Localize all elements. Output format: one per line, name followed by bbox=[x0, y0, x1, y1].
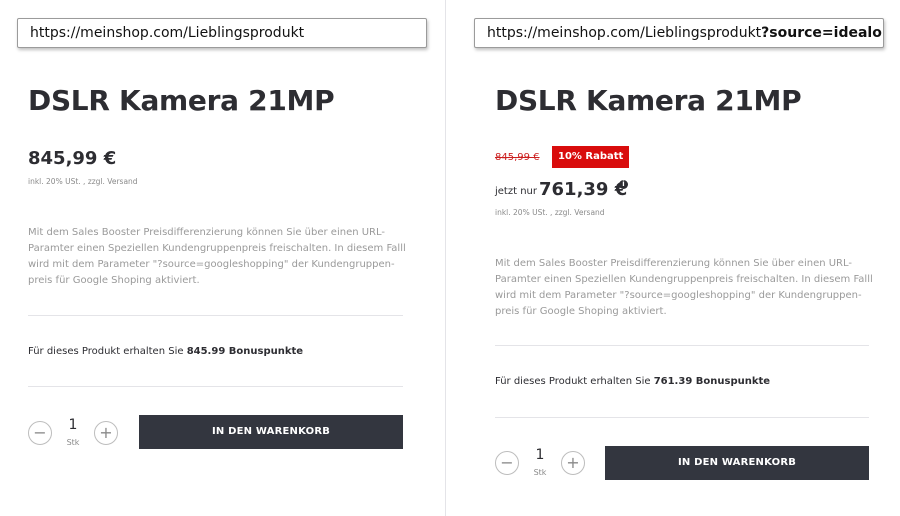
description-line: Mit dem Sales Booster Preisdifferenzieru… bbox=[495, 258, 853, 269]
divider bbox=[495, 345, 869, 346]
discount-badge: 10% Rabatt bbox=[552, 146, 630, 168]
plus-icon: + bbox=[566, 453, 580, 472]
bonus-text: Für dieses Produkt erhalten Sie 761.39 B… bbox=[495, 376, 770, 387]
quantity-value[interactable]: 1 bbox=[530, 447, 550, 463]
description-line: wird mit dem Parameter "?source=googlesh… bbox=[28, 259, 395, 270]
right-panel: https://meinshop.com/Lieblingsprodukt?so… bbox=[446, 0, 900, 516]
quantity-minus-button[interactable]: − bbox=[495, 451, 519, 475]
divider bbox=[28, 386, 403, 387]
divider bbox=[495, 417, 869, 418]
tax-note: inkl. 20% USt. , zzgl. Versand bbox=[495, 208, 605, 217]
url-param: ?source=idealo bbox=[761, 25, 882, 41]
description-line: Paramter einen Speziellen Kundengruppenp… bbox=[495, 274, 873, 285]
product-title: DSLR Kamera 21MP bbox=[28, 84, 335, 117]
product-price: 845,99 € bbox=[28, 148, 117, 169]
old-price: 845,99 € bbox=[495, 152, 540, 163]
quantity-unit: Stk bbox=[66, 438, 80, 447]
quantity-minus-button[interactable]: − bbox=[28, 421, 52, 445]
url-text: https://meinshop.com/Lieblingsprodukt bbox=[30, 25, 305, 41]
minus-icon: − bbox=[500, 453, 514, 472]
info-icon[interactable]: i bbox=[619, 180, 628, 189]
description-line: Mit dem Sales Booster Preisdifferenzieru… bbox=[28, 227, 386, 238]
bonus-text: Für dieses Produkt erhalten Sie 845.99 B… bbox=[28, 346, 303, 357]
bonus-prefix: Für dieses Produkt erhalten Sie bbox=[495, 376, 654, 387]
product-price: 761,39 € bbox=[539, 179, 628, 200]
left-panel: https://meinshop.com/Lieblingsprodukt DS… bbox=[0, 0, 445, 516]
bonus-points: 761.39 Bonuspunkte bbox=[653, 376, 771, 387]
tax-note: inkl. 20% USt. , zzgl. Versand bbox=[28, 177, 138, 186]
quantity-value[interactable]: 1 bbox=[63, 417, 83, 433]
description-line: preis für Google Shoping aktiviert. bbox=[495, 306, 667, 317]
product-description: Mit dem Sales Booster Preisdifferenzieru… bbox=[495, 256, 875, 320]
add-to-cart-button[interactable]: IN DEN WARENKORB bbox=[605, 446, 869, 480]
bonus-points: 845.99 Bonuspunkte bbox=[186, 346, 304, 357]
now-label: jetzt nur bbox=[495, 186, 537, 197]
url-bar[interactable]: https://meinshop.com/Lieblingsprodukt?so… bbox=[474, 18, 884, 48]
quantity-plus-button[interactable]: + bbox=[94, 421, 118, 445]
quantity-unit: Stk bbox=[533, 468, 547, 477]
minus-icon: − bbox=[33, 423, 47, 442]
url-bar[interactable]: https://meinshop.com/Lieblingsprodukt bbox=[17, 18, 427, 48]
bonus-prefix: Für dieses Produkt erhalten Sie bbox=[28, 346, 187, 357]
product-title: DSLR Kamera 21MP bbox=[495, 84, 802, 117]
quantity-plus-button[interactable]: + bbox=[561, 451, 585, 475]
divider bbox=[28, 315, 403, 316]
plus-icon: + bbox=[99, 423, 113, 442]
description-line: Paramter einen Speziellen Kundengruppenp… bbox=[28, 243, 406, 254]
product-description: Mit dem Sales Booster Preisdifferenzieru… bbox=[28, 225, 408, 289]
add-to-cart-button[interactable]: IN DEN WARENKORB bbox=[139, 415, 403, 449]
description-line: wird mit dem Parameter "?source=googlesh… bbox=[495, 290, 862, 301]
url-text: https://meinshop.com/Lieblingsprodukt bbox=[487, 25, 762, 41]
description-line: preis für Google Shoping aktiviert. bbox=[28, 275, 200, 286]
